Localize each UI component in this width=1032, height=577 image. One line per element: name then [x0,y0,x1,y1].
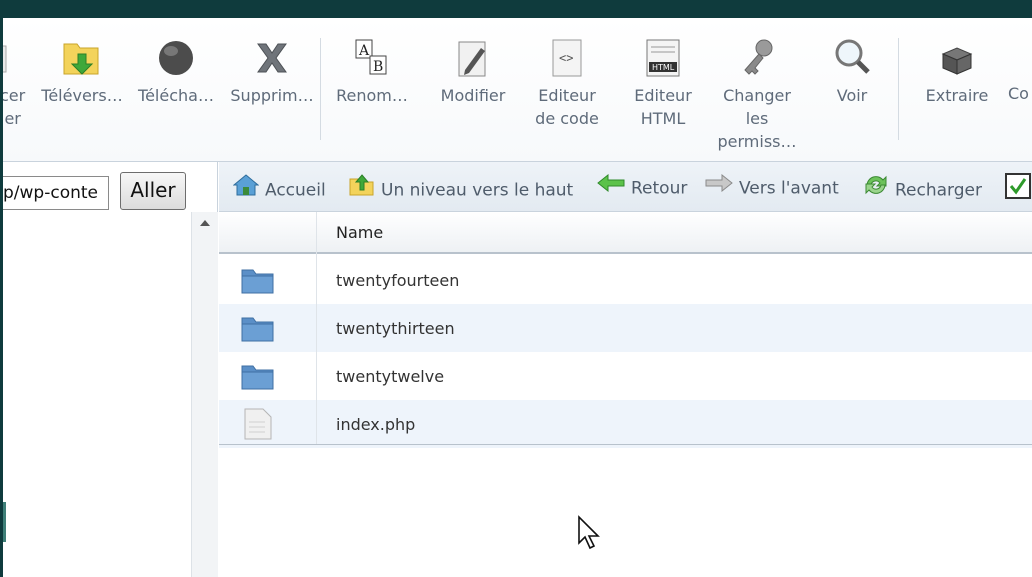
home-button[interactable]: Accueil [232,174,326,203]
toolbar-label: Télécha… [138,86,214,105]
go-button[interactable]: Aller [120,172,186,210]
back-button[interactable]: Retour [597,173,688,200]
table-header: Name [219,212,1032,254]
download-button[interactable]: Télécha… [134,36,218,107]
home-label: Accueil [265,180,326,201]
edit-pencil-icon [453,36,493,82]
table-row[interactable]: twentytwelve [219,352,1032,400]
reload-icon [863,174,889,203]
file-name: index.php [336,415,416,434]
table-row[interactable]: index.php [219,400,1032,448]
compress-icon [1008,36,1032,82]
file-name: twentyfourteen [336,271,460,290]
toolbar-separator [898,38,899,140]
back-label: Retour [631,178,688,199]
back-arrow-icon [597,173,625,199]
view-magnifier-icon [832,36,872,82]
extract-box-icon [937,36,977,82]
change-permissions-button[interactable]: Changer les permiss… [712,36,802,153]
file-manager-window: cer ier Télévers… Télécha… Supprim… A B … [0,0,1032,577]
table-bottom-border [219,444,1032,445]
navigation-bar: Accueil Un niveau vers le haut Retour Ve… [219,162,1032,212]
table-row[interactable]: twentyfourteen [219,256,1032,304]
forward-arrow-icon [705,173,733,199]
toolbar-label: Editeur HTML [634,86,692,128]
home-icon [232,174,260,203]
forward-label: Vers l'avant [739,178,839,199]
upload-folder-icon [62,36,102,82]
scroll-up-arrow-icon[interactable] [200,220,210,226]
file-name: twentythirteen [336,319,455,338]
reload-button[interactable]: Recharger [863,174,982,203]
code-editor-icon: <> [547,36,587,82]
toolbar-label: Extraire [925,86,989,105]
tree-scrollbar[interactable] [191,212,218,577]
select-all-checkbox[interactable] [1005,173,1032,199]
rename-ab-icon: A B [352,36,392,82]
rename-button[interactable]: A B Renom… [333,36,411,107]
up-level-button[interactable]: Un niveau vers le haut [349,174,574,203]
delete-button[interactable]: Supprim… [228,36,316,107]
new-folder-icon [0,36,28,82]
toolbar-label: Co [1008,84,1029,103]
download-globe-icon [156,36,196,82]
mouse-cursor-icon [577,515,603,555]
html-editor-icon: HTML [643,36,683,82]
svg-text:<>: <> [559,51,573,65]
directory-tree-panel: Aller [3,162,218,577]
toolbar-label: Modifier [440,86,506,105]
tree-node-fragment [3,502,6,542]
checkbox-icon [1005,173,1031,206]
forward-button[interactable]: Vers l'avant [705,173,839,200]
delete-x-icon [252,36,292,82]
extract-button[interactable]: Extraire [918,36,996,107]
create-folder-button[interactable]: cer ier [0,36,30,130]
folder-icon [241,316,275,346]
toolbar-label: Voir [836,86,868,105]
upload-button[interactable]: Télévers… [40,36,124,107]
edit-button[interactable]: Modifier [434,36,512,107]
path-input[interactable] [3,176,109,210]
html-editor-button[interactable]: HTML Editeur HTML [624,36,702,130]
toolbar-label: Changer les permiss… [717,86,797,151]
title-bar [0,0,1032,18]
column-header-name[interactable]: Name [336,223,383,242]
svg-text:B: B [373,59,383,75]
toolbar-label: Supprim… [230,86,314,105]
permissions-key-icon [737,36,777,82]
compress-button[interactable]: Co [1008,36,1032,105]
file-name: twentytwelve [336,367,445,386]
up-level-label: Un niveau vers le haut [381,180,574,201]
toolbar-label: cer ier [0,86,26,128]
svg-text:HTML: HTML [652,63,675,72]
toolbar-label: Editeur de code [535,86,599,128]
toolbar: cer ier Télévers… Télécha… Supprim… A B … [0,18,1032,162]
column-divider [316,212,317,444]
folder-icon [241,364,275,394]
code-editor-button[interactable]: <> Editeur de code [528,36,606,130]
up-folder-icon [349,174,375,203]
file-list-table: Name twentyfourteen twentythirteen twent… [219,212,1032,577]
file-icon [243,408,273,444]
folder-icon [241,268,275,298]
reload-label: Recharger [895,180,982,201]
toolbar-label: Télévers… [41,86,123,105]
toolbar-separator [320,38,321,140]
svg-text:A: A [358,43,370,59]
toolbar-label: Renom… [336,86,408,105]
view-button[interactable]: Voir [816,36,888,107]
table-row[interactable]: twentythirteen [219,304,1032,352]
